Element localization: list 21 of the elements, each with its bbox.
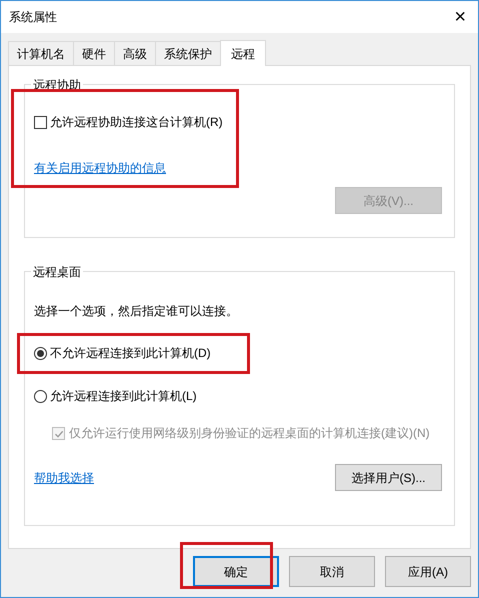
checkbox[interactable] <box>34 116 47 128</box>
window-title: 系统属性 <box>9 9 57 26</box>
radio-label[interactable]: 允许远程连接到此计算机(L) <box>50 387 197 405</box>
radio-label[interactable]: 不允许远程连接到此计算机(D) <box>50 344 211 362</box>
tab[interactable]: 系统保护 <box>155 41 220 65</box>
help-link[interactable]: 帮助我选择 <box>34 468 94 486</box>
dialog-button[interactable]: 取消 <box>289 556 375 587</box>
group-title: 远程桌面 <box>31 263 83 281</box>
tab[interactable]: 计算机名 <box>8 41 73 65</box>
close-button[interactable]: × <box>450 7 470 27</box>
info-link[interactable]: 有关启用远程协助的信息 <box>34 161 166 175</box>
tab[interactable]: 远程 <box>220 40 266 66</box>
checkbox-label[interactable]: 允许远程协助连接这台计算机(R) <box>50 113 223 131</box>
radio-button[interactable] <box>34 346 47 360</box>
dialog-button[interactable]: 应用(A) <box>385 556 471 587</box>
select-users-button[interactable]: 选择用户(S)... <box>335 464 442 491</box>
dialog-button[interactable]: 确定 <box>193 556 279 587</box>
instruction-text: 选择一个选项，然后指定谁可以连接。 <box>34 304 238 318</box>
radio-button[interactable] <box>34 390 47 402</box>
tab[interactable]: 硬件 <box>73 41 114 65</box>
tab[interactable]: 高级 <box>114 41 155 65</box>
